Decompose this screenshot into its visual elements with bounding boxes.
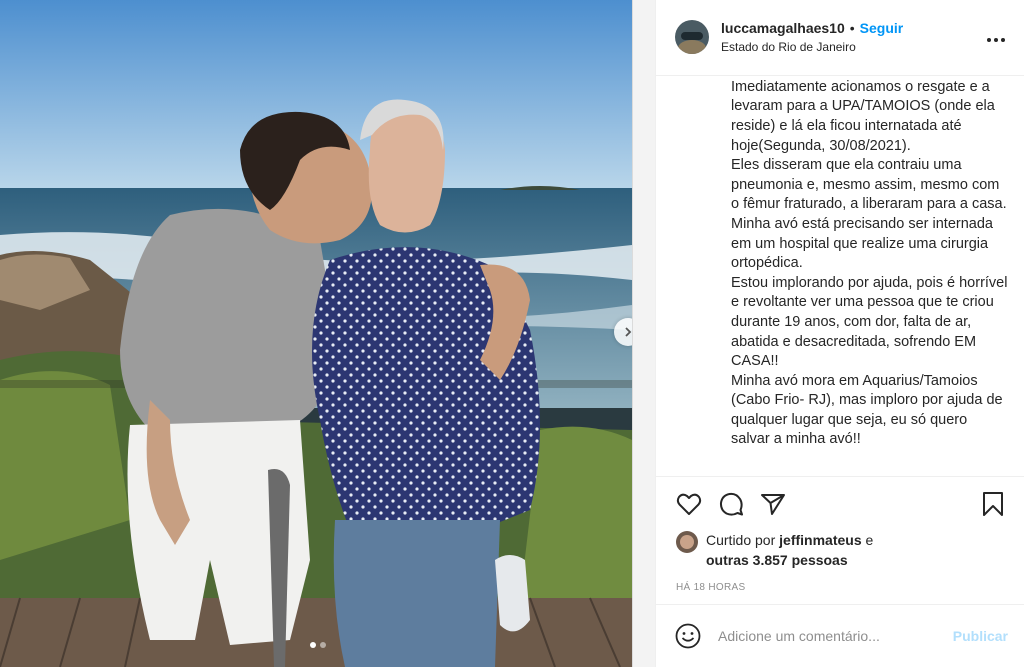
media-divider [632,0,656,667]
photo-scene [0,0,632,667]
caption-line: Imediatamente acionamos o resgate e a le… [731,78,995,154]
post-caption: Imediatamente acionamos o resgate e a le… [656,76,1024,477]
post-timestamp[interactable]: HÁ 18 HORAS [656,574,1024,606]
more-options-icon[interactable] [984,27,1008,48]
likes-prefix: Curtido por [706,532,776,549]
chevron-right-icon [625,327,632,337]
caption-line: Estou implorando por ajuda, pois é horrí… [731,274,1008,370]
publish-button[interactable]: Publicar [953,628,1008,644]
separator-dot: • [849,20,855,36]
post-side-panel: luccamagalhaes10 • Seguir Estado do Rio … [656,0,1024,667]
caption-line: Minha avó mora em Aquarius/Tamoios (Cabo… [731,372,1003,448]
liker-username-link[interactable]: jeffinmateus [779,532,861,548]
location-link[interactable]: Estado do Rio de Janeiro [721,40,984,56]
likes-summary: Curtido por jeffinmateus e outras 3.857 … [656,530,1024,574]
likes-text: Curtido por jeffinmateus e outras 3.857 … [706,530,873,570]
follow-button[interactable]: Seguir [860,19,904,37]
heart-icon[interactable] [674,489,704,519]
likes-count-link[interactable]: outras 3.857 pessoas [706,552,848,568]
comment-input[interactable]: Adicione um comentário... [718,628,953,644]
comment-icon[interactable] [716,489,746,519]
emoji-icon[interactable] [674,622,702,650]
user-row: luccamagalhaes10 • Seguir [721,19,984,37]
instagram-post: luccamagalhaes10 • Seguir Estado do Rio … [0,0,1024,667]
carousel-indicator [310,642,326,648]
liker-avatar[interactable] [676,531,698,554]
carousel-dot [320,642,326,648]
post-photo[interactable] [0,0,632,667]
comment-box: Adicione um comentário... Publicar [656,605,1024,667]
likes-connector: e [865,532,874,549]
username-link[interactable]: luccamagalhaes10 [721,19,845,37]
post-header: luccamagalhaes10 • Seguir Estado do Rio … [656,0,1024,76]
caption-line: Eles disseram que ela contraiu uma pneum… [731,157,1007,213]
bookmark-icon[interactable] [978,489,1008,519]
action-bar [656,477,1024,531]
user-info: luccamagalhaes10 • Seguir Estado do Rio … [721,19,984,56]
avatar[interactable] [675,20,709,55]
share-icon[interactable] [758,489,788,519]
carousel-dot-active [310,642,316,648]
caption-line: Minha avó está precisando ser internada … [731,215,993,272]
